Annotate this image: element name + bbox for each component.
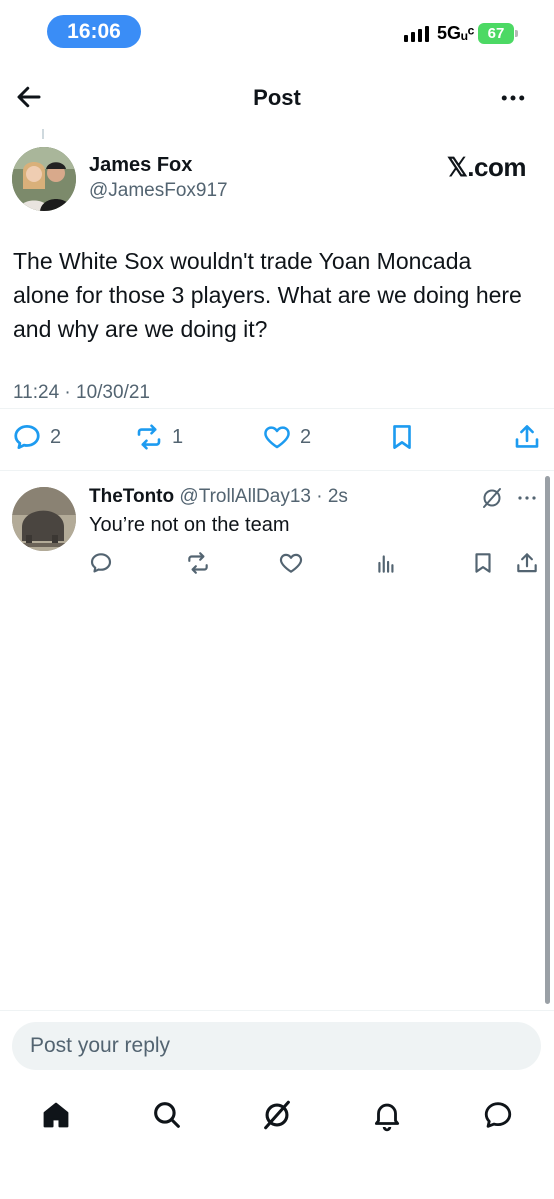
reply-action[interactable]: 2 (12, 422, 61, 452)
bookmark-action[interactable] (387, 422, 417, 452)
network-label: 5Gᵤᶜ (437, 23, 475, 43)
views-icon[interactable] (374, 550, 400, 576)
author-name[interactable]: James Fox (89, 154, 192, 177)
author-handle[interactable]: @JamesFox917 (89, 180, 228, 202)
divider (0, 408, 554, 409)
reply-actions (0, 550, 554, 580)
reply-avatar[interactable] (12, 487, 76, 551)
post-actions: 2 1 2 (0, 422, 554, 462)
reply-author-name[interactable]: TheTonto (89, 486, 174, 507)
scrollbar[interactable] (545, 476, 550, 1004)
reply-input[interactable]: Post your reply (12, 1022, 541, 1070)
reply-count: 2 (50, 425, 62, 448)
source-badge: 𝕏.com (446, 152, 527, 182)
search-icon[interactable] (150, 1098, 184, 1132)
more-icon[interactable] (498, 83, 528, 113)
notifications-icon[interactable] (370, 1098, 404, 1132)
repost-icon[interactable] (185, 550, 211, 576)
author-avatar[interactable] (12, 147, 76, 211)
messages-icon[interactable] (481, 1098, 515, 1132)
home-icon[interactable] (39, 1098, 73, 1132)
share-icon[interactable] (514, 550, 540, 576)
bottom-nav (0, 1090, 554, 1140)
reply-icon (14, 425, 40, 449)
battery-tip (515, 30, 518, 37)
like-count: 2 (300, 425, 312, 448)
heart-icon[interactable] (278, 550, 304, 576)
status-bar: 16:06 5Gᵤᶜ 67 (0, 0, 554, 60)
post-timestamp[interactable]: 11:24 · 10/30/21 (13, 382, 150, 404)
page-title: Post (253, 85, 301, 110)
thread-line (42, 129, 44, 139)
status-time: 16:06 (47, 15, 141, 48)
bookmark-icon[interactable] (470, 550, 496, 576)
divider (0, 470, 554, 471)
bookmark-icon (393, 425, 411, 449)
battery-icon: 67 (478, 23, 514, 44)
signal-icon (404, 26, 429, 42)
reply-author-handle[interactable]: @TrollAllDay13 · 2s (179, 486, 348, 507)
top-nav: Post (0, 72, 554, 124)
reply-text: You’re not on the team (89, 514, 290, 536)
grok-icon[interactable] (260, 1098, 294, 1132)
reply-icon[interactable] (88, 550, 114, 576)
reply-header: TheTonto @TrollAllDay13 · 2s (89, 486, 348, 508)
post-text: The White Sox wouldn't trade Yoan Moncad… (13, 248, 522, 342)
repost-action[interactable]: 1 (134, 422, 183, 452)
heart-icon (264, 426, 290, 449)
like-action[interactable]: 2 (262, 422, 311, 452)
repost-icon (137, 424, 161, 450)
divider (0, 1010, 554, 1011)
share-action[interactable] (512, 422, 542, 452)
share-icon (515, 425, 539, 448)
grok-icon[interactable] (480, 486, 504, 510)
repost-count: 1 (172, 425, 184, 448)
more-icon[interactable] (515, 486, 539, 510)
